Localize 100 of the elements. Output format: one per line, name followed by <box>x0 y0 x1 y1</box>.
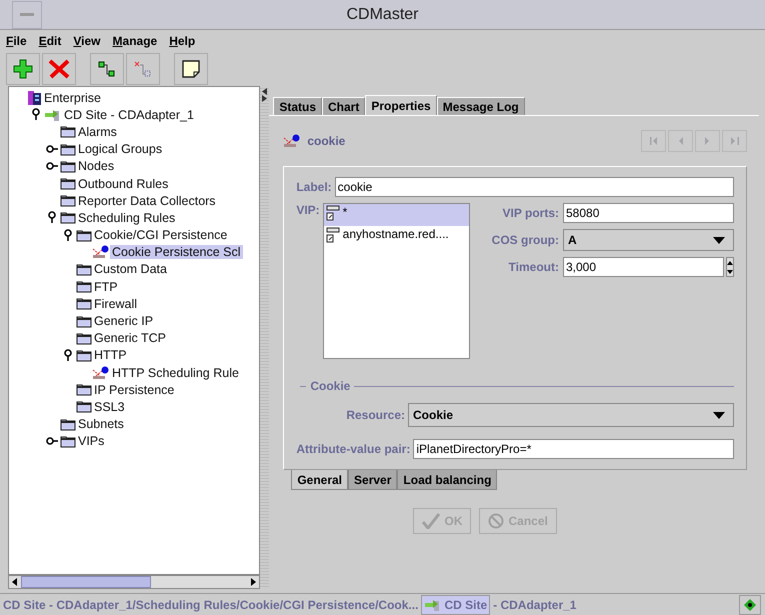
tab[interactable]: Message Log <box>436 97 525 115</box>
tree-item[interactable]: HTTP Scheduling Rule <box>110 366 241 380</box>
field-label: Resource: <box>346 408 406 422</box>
folder-icon <box>60 434 76 448</box>
tree-item[interactable]: Cookie/CGI Persistence <box>92 228 230 242</box>
field-label: Label: <box>296 180 332 194</box>
label-field[interactable]: cookie <box>334 177 734 197</box>
field-label: Timeout: <box>508 260 559 274</box>
field-label: VIP ports: <box>502 206 559 220</box>
disconnect-icon <box>134 61 152 77</box>
attribute-field[interactable]: iPlanetDirectoryPro=* <box>413 439 734 459</box>
toolbar-button[interactable] <box>90 53 124 85</box>
rule-icon <box>92 366 110 380</box>
tree-item[interactable]: CD Site - CDAdapter_1 <box>62 108 196 122</box>
folder-icon <box>76 400 92 414</box>
first-icon <box>650 137 658 145</box>
folder-icon <box>60 142 76 156</box>
down-icon <box>727 270 733 274</box>
tab[interactable]: Chart <box>322 97 366 115</box>
tree-item[interactable]: Reporter Data Collectors <box>76 194 218 208</box>
previous-icon <box>678 137 683 145</box>
folder-icon <box>76 348 92 362</box>
list-item[interactable]: * <box>324 204 469 226</box>
tree-item[interactable]: Logical Groups <box>76 142 164 156</box>
section-title: Cookie <box>310 379 350 393</box>
tab[interactable]: General <box>291 470 348 490</box>
tree-item[interactable]: IP Persistence <box>92 382 176 397</box>
resource-dropdown[interactable]: Cookie <box>408 403 734 427</box>
folder-icon <box>60 177 76 190</box>
field-label: VIP: <box>296 203 320 219</box>
window-title: CDMaster <box>346 6 420 24</box>
caret-icon <box>713 236 725 244</box>
cos-group-dropdown[interactable]: A <box>563 229 734 251</box>
field-label: Attribute-value pair: <box>296 442 410 456</box>
tree-item[interactable]: SSL3 <box>92 400 127 414</box>
toolbar-button[interactable] <box>174 53 208 85</box>
tree-item[interactable]: Nodes <box>76 159 116 174</box>
horizontal-scrollbar[interactable] <box>8 575 260 589</box>
folder-icon <box>76 297 92 310</box>
up-icon <box>727 260 733 264</box>
delete-icon <box>48 59 70 79</box>
folder-icon <box>76 280 92 294</box>
tree-item[interactable]: Outbound Rules <box>76 176 170 191</box>
folder-icon <box>60 160 76 173</box>
collapsed-handle-icon[interactable] <box>46 161 58 172</box>
tab[interactable]: Properties <box>365 95 437 115</box>
spinner-buttons[interactable] <box>726 257 734 277</box>
tree-item[interactable]: FTP <box>92 280 120 294</box>
host-icon <box>326 205 340 221</box>
expanded-handle-icon[interactable] <box>31 108 41 122</box>
tree-item[interactable]: Generic TCP <box>92 331 168 346</box>
plus-icon <box>13 59 33 79</box>
tab[interactable]: Server <box>348 470 398 490</box>
note-icon <box>182 60 200 78</box>
rule-icon <box>283 134 302 148</box>
menu-item[interactable]: Manage <box>112 34 158 48</box>
tree-item[interactable]: Enterprise <box>42 90 103 105</box>
folder-icon <box>60 125 76 138</box>
folder-icon <box>76 262 92 276</box>
status-button[interactable] <box>739 594 761 614</box>
status-adapter: - CDAdapter_1 <box>492 598 578 612</box>
tab[interactable]: Load balancing <box>397 470 498 490</box>
tree-item[interactable]: Scheduling Rules <box>76 210 178 225</box>
folder-icon <box>76 314 92 328</box>
tree-item[interactable]: Generic IP <box>92 314 156 328</box>
enterprise-icon <box>28 90 42 105</box>
tree-item[interactable]: Alarms <box>76 124 119 139</box>
timeout-field[interactable]: 3,000 <box>563 257 724 277</box>
vip-ports-field[interactable]: 58080 <box>563 203 734 223</box>
menu-item[interactable]: Help <box>169 34 196 48</box>
diamond-icon <box>744 598 756 610</box>
expanded-handle-icon[interactable] <box>47 211 57 224</box>
menu-item[interactable]: File <box>6 34 27 48</box>
tree-item[interactable]: Firewall <box>92 296 140 311</box>
connect-icon <box>98 61 116 77</box>
vip-list[interactable]: * anyhostname.red.... <box>322 203 470 359</box>
next-icon <box>705 137 710 145</box>
folder-icon <box>60 418 76 431</box>
menu-item[interactable]: Edit <box>38 34 62 48</box>
folder-icon <box>76 383 92 396</box>
tree-item[interactable]: Cookie Persistence Scl <box>110 245 243 260</box>
menu-item[interactable]: View <box>73 34 101 48</box>
status-path: CD Site - CDAdapter_1/Scheduling Rules/Cookie/CGI Persistence/Cook... <box>2 598 420 612</box>
tree-item[interactable]: Custom Data <box>92 262 169 276</box>
collapsed-handle-icon[interactable] <box>46 144 58 154</box>
tab[interactable]: Status <box>273 97 322 115</box>
expanded-handle-icon[interactable] <box>63 228 73 242</box>
folder-icon <box>76 332 92 345</box>
tree-item[interactable]: Subnets <box>76 417 126 432</box>
tree-item[interactable]: VIPs <box>76 434 106 448</box>
folder-icon <box>60 194 76 208</box>
tree-item[interactable]: HTTP <box>92 348 129 362</box>
collapsed-handle-icon[interactable] <box>46 436 58 446</box>
folder-icon <box>60 211 76 224</box>
cancel-icon <box>488 513 504 529</box>
rule-icon <box>92 245 110 260</box>
site-icon <box>44 108 62 122</box>
last-icon <box>730 137 738 145</box>
expanded-handle-icon[interactable] <box>63 348 73 362</box>
host-icon <box>326 227 340 243</box>
